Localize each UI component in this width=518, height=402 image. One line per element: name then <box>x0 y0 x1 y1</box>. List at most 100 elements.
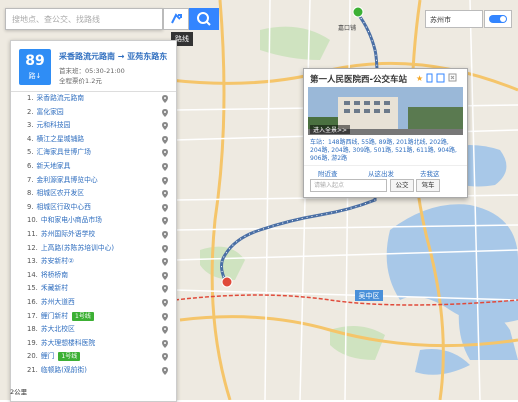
location-pin-icon[interactable] <box>162 190 168 199</box>
station-popup: 第一人民医院西-公交车站 ★ 进入全景>> 车站：148路西线, 55路, 89… <box>303 68 468 198</box>
location-pin-icon[interactable] <box>162 353 168 362</box>
location-pin-icon[interactable] <box>162 176 168 185</box>
stop-number: 13. <box>27 257 38 266</box>
location-pin-icon[interactable] <box>162 135 168 144</box>
location-pin-icon[interactable] <box>162 312 168 321</box>
district-label: 吴中区 <box>359 291 380 300</box>
popup-title: 第一人民医院西-公交车站 <box>310 75 408 85</box>
stop-item[interactable]: 11. 苏州国际外语学校 <box>11 228 176 242</box>
location-pin-icon[interactable] <box>162 258 168 267</box>
stop-name: 富化家园 <box>36 107 64 116</box>
stop-number: 2. <box>27 107 34 116</box>
stop-number: 18. <box>27 325 38 334</box>
map-scale: 2公里 <box>10 388 28 396</box>
stop-item[interactable]: 2. 富化家园 <box>11 106 176 120</box>
location-pin-icon[interactable] <box>162 162 168 171</box>
line-badge: 89 路↓ <box>19 49 51 85</box>
stop-name: 中和家电小商品市场 <box>40 216 102 225</box>
location-pin-icon[interactable] <box>162 217 168 226</box>
route-button[interactable] <box>163 8 189 30</box>
stop-item[interactable]: 9. 相城区行政中心西 <box>11 201 176 215</box>
stop-number: 14. <box>27 270 38 279</box>
line-fare: 全程票价1.2元 <box>59 77 102 85</box>
stop-number: 16. <box>27 297 38 306</box>
stop-name: 苏州大道西 <box>40 297 75 306</box>
stop-item[interactable]: 13. 苏安新村② <box>11 255 176 269</box>
svg-text:★: ★ <box>416 74 423 83</box>
stop-name: 苏大北校区 <box>40 325 75 334</box>
route-end-marker <box>221 276 233 288</box>
location-pin-icon[interactable] <box>162 149 168 158</box>
line-number: 89 <box>25 53 45 69</box>
location-pin-icon[interactable] <box>162 244 168 253</box>
stop-item[interactable]: 19. 苏大理想楼科医院 <box>11 337 176 351</box>
bus-route-button[interactable]: 公交 <box>390 179 414 192</box>
search-input[interactable]: 搜地点、查公交、找路线 <box>5 8 163 30</box>
stop-item[interactable]: 21. 临顿路(观前街) <box>11 364 176 378</box>
stop-name: 相城区农开发区 <box>36 189 85 198</box>
stop-name: 金利源家具博览中心 <box>36 175 98 184</box>
route-from-link[interactable]: 从这出发 <box>368 168 394 178</box>
nearby-search-link[interactable]: 附近查 <box>318 168 338 178</box>
location-pin-icon[interactable] <box>162 108 168 117</box>
stop-number: 6. <box>27 161 34 170</box>
panorama-link[interactable]: 进入全景>> <box>310 125 351 134</box>
stop-item[interactable]: 1. 采香路流元路南 <box>11 92 176 106</box>
stop-number: 1. <box>27 94 34 102</box>
popup-actions: 附近查 从这出发 去我这 <box>304 165 467 178</box>
drive-route-button[interactable]: 驾车 <box>416 179 440 192</box>
location-pin-icon[interactable] <box>162 122 168 131</box>
location-pin-icon[interactable] <box>162 95 168 103</box>
stop-number: 17. <box>27 311 38 320</box>
stop-item[interactable]: 15. 禾藏新村 <box>11 282 176 296</box>
stop-name: 横江之星城铺路 <box>36 134 85 143</box>
stop-number: 9. <box>27 202 34 211</box>
location-pin-icon[interactable] <box>162 298 168 307</box>
stop-item[interactable]: 16. 苏州大道西 <box>11 296 176 310</box>
stop-item[interactable]: 7. 金利源家具博览中心 <box>11 174 176 188</box>
stop-name: 鲤门 <box>40 352 55 361</box>
stop-name: 元和科技园 <box>36 121 71 130</box>
line-header: 89 路↓ 采香路流元路南 → 亚苑东路东 首末班：05:30-21:00 全程… <box>11 41 176 92</box>
start-point-input[interactable]: 请输入起点 <box>310 179 387 192</box>
stop-number: 12. <box>27 243 38 252</box>
city-selector[interactable]: 苏州市 <box>425 10 483 28</box>
stop-item[interactable]: 10. 中和家电小商品市场 <box>11 214 176 228</box>
bus-line-panel: 89 路↓ 采香路流元路南 → 亚苑东路东 首末班：05:30-21:00 全程… <box>10 40 177 402</box>
stop-item[interactable]: 18. 苏大北校区 <box>11 323 176 337</box>
stop-item[interactable]: 17. 鲤门新村 1号线 <box>11 310 176 324</box>
stop-number: 4. <box>27 134 34 143</box>
stop-item[interactable]: 12. 上高路(苏陈苏培训中心) <box>11 242 176 256</box>
line-title[interactable]: 采香路流元路南 → 亚苑东路东 <box>59 51 167 62</box>
stop-item[interactable]: 14. 将桥桥南 <box>11 269 176 283</box>
location-pin-icon[interactable] <box>162 230 168 239</box>
popup-header-icons: ★ <box>416 73 457 83</box>
map-toggle-button[interactable] <box>484 10 512 28</box>
location-pin-icon[interactable] <box>162 271 168 280</box>
stop-name: 禾藏新村 <box>40 284 68 293</box>
stop-number: 8. <box>27 189 34 198</box>
stop-item[interactable]: 4. 横江之星城铺路 <box>11 133 176 147</box>
location-pin-icon[interactable] <box>162 339 168 348</box>
stop-name: 新天地家具 <box>36 161 71 170</box>
location-pin-icon[interactable] <box>162 326 168 335</box>
search-bar: 搜地点、查公交、找路线 路线 <box>5 8 219 46</box>
stop-number: 19. <box>27 338 38 347</box>
search-icon <box>197 12 211 26</box>
stop-item[interactable]: 5. 汇海家具世博广场 <box>11 146 176 160</box>
stop-item[interactable]: 6. 新天地家具 <box>11 160 176 174</box>
location-pin-icon[interactable] <box>162 366 168 375</box>
route-to-link[interactable]: 去我这 <box>420 168 440 178</box>
location-pin-icon[interactable] <box>162 203 168 212</box>
stop-number: 21. <box>27 365 38 374</box>
station-label: 嘉口铺 <box>338 24 356 32</box>
location-pin-icon[interactable] <box>162 285 168 294</box>
stop-number: 11. <box>27 229 38 238</box>
stop-item[interactable]: 8. 相城区农开发区 <box>11 187 176 201</box>
stop-item[interactable]: 3. 元和科技园 <box>11 119 176 133</box>
search-button[interactable] <box>189 8 219 30</box>
toggle-switch-icon <box>489 15 507 23</box>
stop-list: 1. 采香路流元路南 2. 富化家园 3. 元和科技园 4. 横江之星城铺路 5. 汇海家具世博广… <box>11 92 176 377</box>
stop-item[interactable]: 20. 鲤门 1号线 <box>11 350 176 364</box>
station-lines: 车站：148路西线, 55路, 89路, 201路北线, 202路, 204路,… <box>310 139 457 162</box>
